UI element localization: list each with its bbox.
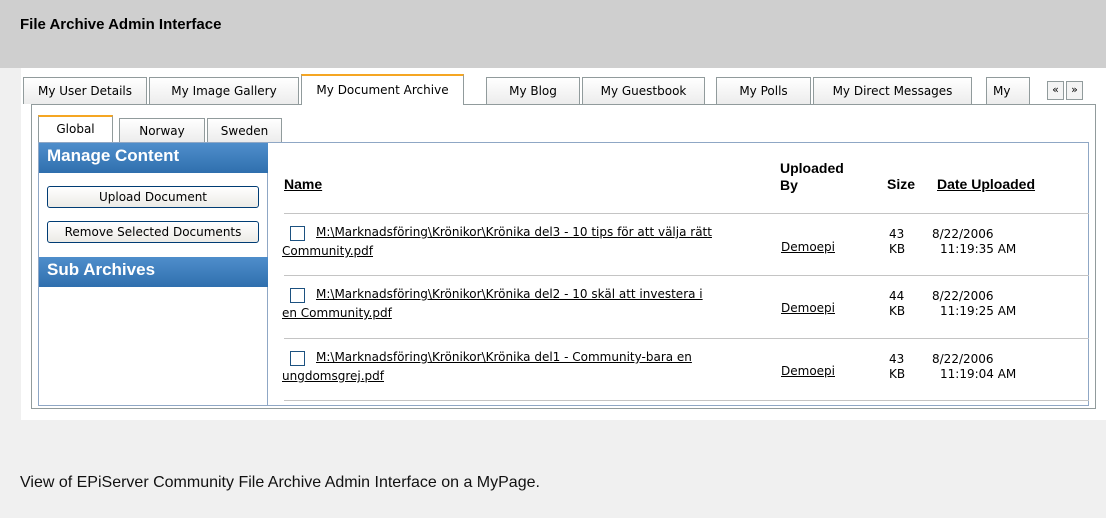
- size-number: 43: [889, 227, 905, 241]
- time-value: 11:19:35 AM: [940, 242, 1017, 256]
- tab-scroll-left-button[interactable]: «: [1047, 81, 1064, 100]
- size-cell: 44 KB: [889, 289, 905, 319]
- subtab-global[interactable]: Global: [38, 115, 113, 142]
- date-value: 8/22/2006: [932, 227, 994, 241]
- file-link[interactable]: M:\Marknadsföring\Krönikor\Krönika del2 …: [316, 285, 703, 304]
- date-value: 8/22/2006: [932, 289, 994, 303]
- size-number: 44: [889, 289, 905, 303]
- remove-selected-documents-button[interactable]: Remove Selected Documents: [47, 221, 259, 243]
- upload-document-button[interactable]: Upload Document: [47, 186, 259, 208]
- tab-my-blog[interactable]: My Blog: [486, 77, 580, 104]
- tab-my-user-details[interactable]: My User Details: [23, 77, 147, 104]
- col-header-uploaded-by-line2: By: [780, 177, 798, 193]
- date-value: 8/22/2006: [932, 352, 994, 366]
- size-cell: 43 KB: [889, 227, 905, 257]
- page-title: File Archive Admin Interface: [20, 16, 222, 33]
- col-header-name[interactable]: Name: [284, 176, 322, 192]
- size-unit: KB: [889, 242, 906, 256]
- file-link[interactable]: M:\Marknadsföring\Krönikor\Krönika del3 …: [316, 223, 712, 242]
- size-cell: 43 KB: [889, 352, 905, 382]
- archive-content: Manage Content Upload Document Remove Se…: [38, 142, 1089, 406]
- figure-caption: View of EPiServer Community File Archive…: [20, 474, 540, 491]
- uploaded-by-link[interactable]: Demoepi: [781, 364, 835, 378]
- size-unit: KB: [889, 367, 906, 381]
- file-link-continued[interactable]: en Community.pdf: [282, 304, 392, 323]
- row-divider: [284, 213, 1089, 214]
- uploaded-by-link[interactable]: Demoepi: [781, 240, 835, 254]
- tab-my-guestbook[interactable]: My Guestbook: [582, 77, 705, 104]
- col-header-date-uploaded[interactable]: Date Uploaded: [937, 176, 1035, 192]
- date-cell: 8/22/2006 11:19:25 AM: [932, 289, 1016, 319]
- time-value: 11:19:04 AM: [940, 367, 1017, 381]
- file-link-continued[interactable]: ungdomsgrej.pdf: [282, 367, 384, 386]
- col-header-uploaded-by-line1: Uploaded: [780, 160, 844, 176]
- tab-my-direct-messages[interactable]: My Direct Messages: [813, 77, 972, 104]
- date-cell: 8/22/2006 11:19:04 AM: [932, 352, 1016, 382]
- sub-archives-heading: Sub Archives: [39, 257, 268, 287]
- file-link[interactable]: M:\Marknadsföring\Krönikor\Krönika del1 …: [316, 348, 692, 367]
- size-number: 43: [889, 352, 905, 366]
- col-header-size: Size: [887, 176, 916, 192]
- time-value: 11:19:25 AM: [940, 304, 1017, 318]
- tab-my-document-archive[interactable]: My Document Archive: [301, 74, 464, 105]
- row-checkbox[interactable]: [290, 288, 305, 303]
- tab-scroll-right-button[interactable]: »: [1066, 81, 1083, 100]
- sidebar: Manage Content Upload Document Remove Se…: [39, 143, 268, 405]
- row-divider: [284, 275, 1089, 276]
- subtab-norway[interactable]: Norway: [119, 118, 205, 142]
- date-cell: 8/22/2006 11:19:35 AM: [932, 227, 1016, 257]
- col-header-uploaded-by: Uploaded By: [780, 160, 844, 194]
- row-divider: [284, 400, 1089, 401]
- subtab-sweden[interactable]: Sweden: [207, 118, 282, 142]
- row-checkbox[interactable]: [290, 351, 305, 366]
- uploaded-by-link[interactable]: Demoepi: [781, 301, 835, 315]
- caption-band: [0, 420, 1106, 518]
- row-divider: [284, 338, 1089, 339]
- file-link-continued[interactable]: Community.pdf: [282, 242, 373, 261]
- row-checkbox[interactable]: [290, 226, 305, 241]
- manage-content-heading: Manage Content: [39, 143, 268, 173]
- tab-my-image-gallery[interactable]: My Image Gallery: [149, 77, 299, 104]
- size-unit: KB: [889, 304, 906, 318]
- header-band: File Archive Admin Interface: [0, 0, 1106, 68]
- tab-my-polls[interactable]: My Polls: [716, 77, 811, 104]
- document-archive-frame: Global Norway Sweden Manage Content Uplo…: [31, 104, 1096, 409]
- tab-my-truncated[interactable]: My: [986, 77, 1030, 104]
